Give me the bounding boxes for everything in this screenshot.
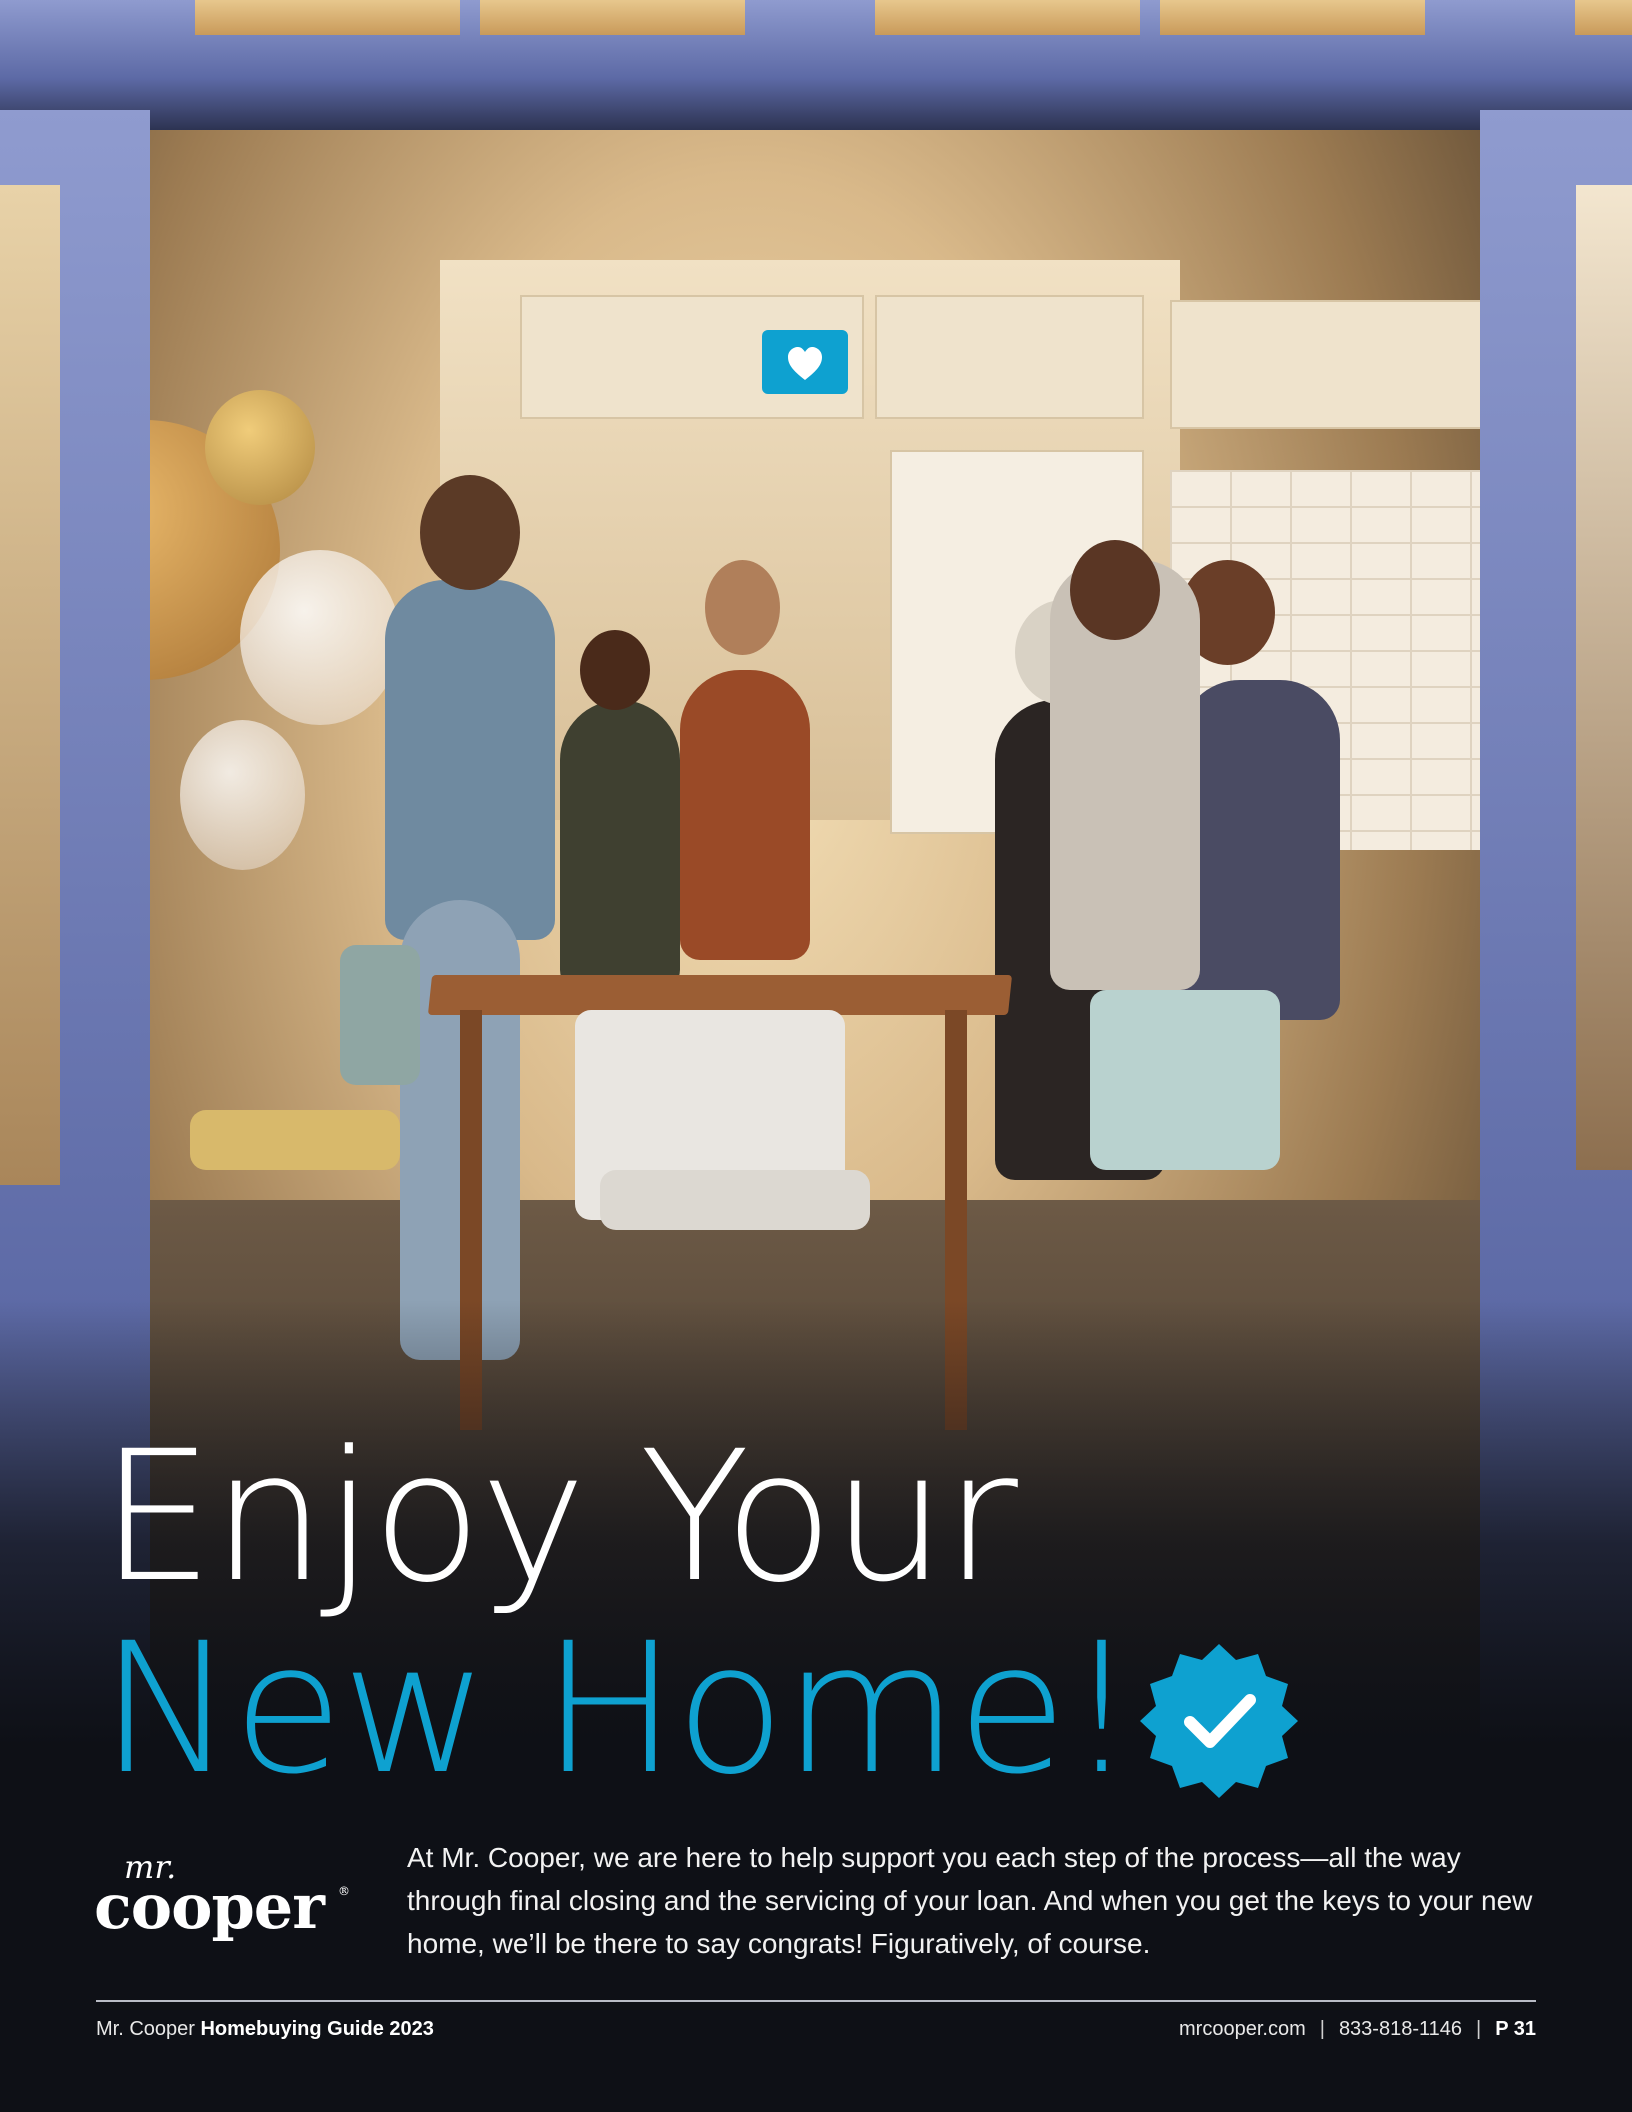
person-head [580,630,650,710]
person-head [705,560,780,655]
page: Enjoy Your New Home! mr. cooper ® At Mr.… [0,0,1632,2112]
door-glass-left [0,185,60,1185]
footer-divider [96,2000,1536,2002]
person [1180,680,1340,1020]
verified-check-badge-icon [1140,1644,1298,1798]
clear-balloon [240,550,400,725]
transom-pane [1160,0,1425,35]
transom-pane [195,0,460,35]
footer-brand: Mr. Cooper [96,2018,201,2040]
gold-balloon [205,390,315,505]
headline-line-1: Enjoy Your [100,1413,1018,1622]
heart-like-icon [762,330,848,394]
footer-contact: mrcooper.com | 833-818-1146 | P 31 [1179,2018,1536,2041]
person [680,670,810,960]
registered-mark-icon: ® [338,1884,350,1898]
door-glass-right [1576,185,1632,1170]
transom-pane [1575,0,1632,35]
cabinet [1170,300,1484,429]
footer-website[interactable]: mrcooper.com [1179,2018,1306,2040]
dining-table [427,975,1013,1015]
cabinet [875,295,1144,419]
mint-chair [1090,990,1280,1170]
logo-cooper: cooper [94,1870,325,1943]
page-number: P 31 [1495,2018,1536,2040]
person-head [1070,540,1160,640]
footer-separator: | [1319,2018,1325,2040]
headline-line-2: New Home! [100,1605,1138,1814]
clear-balloon [180,720,305,870]
footer-guide-title: Mr. Cooper Homebuying Guide 2023 [96,2018,434,2041]
person [385,580,555,940]
footer-separator: | [1476,2018,1482,2040]
white-chair-seat [600,1170,870,1230]
person-head [420,475,520,590]
footer-guide-name: Homebuying Guide 2023 [200,2018,434,2040]
transom-pane [480,0,745,35]
person [560,700,680,990]
footer-phone[interactable]: 833-818-1146 [1339,2018,1462,2040]
transom-pane [875,0,1140,35]
teal-chair [340,945,420,1085]
mr-cooper-logo: mr. cooper ® [94,1848,354,1948]
headline: Enjoy Your New Home! [100,1413,1138,1814]
body-paragraph: At Mr. Cooper, we are here to help suppo… [407,1842,1533,1959]
yellow-chair [190,1110,400,1170]
